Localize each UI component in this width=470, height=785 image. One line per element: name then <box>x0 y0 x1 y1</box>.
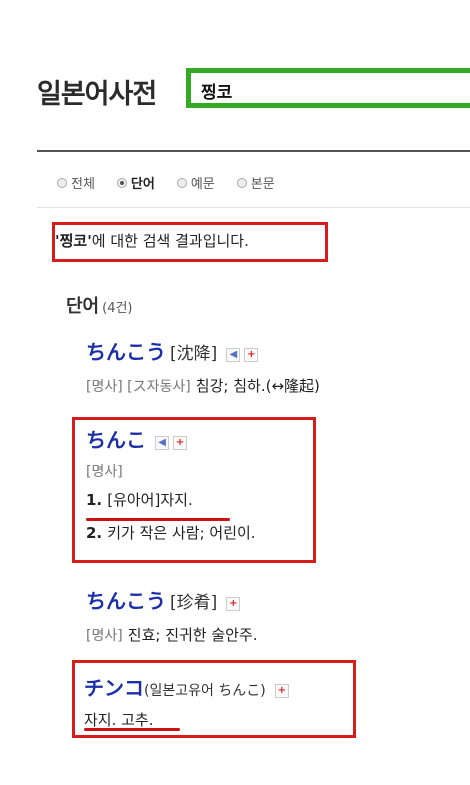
filter-body-label: 본문 <box>250 177 275 192</box>
entry-kanji: [珍肴] <box>170 593 218 613</box>
underline-mark <box>84 728 180 731</box>
result-summary: '찡코'에 대한 검색 결과입니다. <box>55 230 249 251</box>
plus-icon[interactable]: + <box>173 435 188 450</box>
entry-2: ちんこ ◀ + [명사] 1. [유아어]자지. 2. 키가 작은 사람; 어린이… <box>86 424 256 543</box>
search-box[interactable] <box>186 68 470 108</box>
entry-origin: (일본고유어 ちんこ) <box>144 683 266 699</box>
entry-headword[interactable]: チンコ <box>84 676 144 700</box>
filter-example[interactable]: 예문 <box>176 173 215 192</box>
summary-query: '찡코' <box>55 232 92 250</box>
entry-headword[interactable]: ちんこ <box>86 428 146 452</box>
entry-pos: [명사] <box>86 628 123 644</box>
plus-icon[interactable]: + <box>226 596 241 611</box>
section-title-label: 단어 <box>66 296 100 317</box>
plus-icon[interactable]: + <box>274 683 289 698</box>
filter-all-label: 전체 <box>71 177 95 192</box>
entry-definition: 침강; 침하.(↔隆起) <box>195 377 320 395</box>
speaker-icon[interactable]: ◀ <box>226 347 241 362</box>
entry-1: ちんこう [沈降] ◀ + [명사] [ス자동사] 침강; 침하.(↔隆起) <box>86 336 320 396</box>
header-divider <box>37 150 470 152</box>
entry-headword[interactable]: ちんこう <box>86 589 166 613</box>
entry-definition: 진효; 진귀한 술안주. <box>127 626 258 644</box>
radio-icon[interactable] <box>236 177 247 188</box>
entry-definition-1: [유아어]자지. <box>107 491 193 509</box>
entry-pos: [명사] <box>86 464 123 480</box>
search-filter-tabs: 전체 단어 예문 본문 <box>57 173 275 192</box>
entry-definition-2: 키가 작은 사람; 어린이. <box>107 524 256 542</box>
plus-icon[interactable]: + <box>244 347 259 362</box>
radio-icon[interactable] <box>176 177 187 188</box>
definition-number: 2. <box>86 524 103 542</box>
entry-kanji: [沈降] <box>170 344 218 364</box>
underline-mark <box>86 518 230 521</box>
filter-divider <box>37 207 470 208</box>
filter-body[interactable]: 본문 <box>236 173 275 192</box>
radio-icon[interactable] <box>57 177 67 188</box>
filter-example-label: 예문 <box>190 177 215 192</box>
entry-4: チンコ(일본고유어 ちんこ) + 자지. 고추. <box>84 672 289 730</box>
filter-word[interactable]: 단어 <box>116 173 155 192</box>
dictionary-page: 일본어사전 전체 단어 예문 본문 '찡코'에 대한 검색 결과입니다. 단어(… <box>0 0 470 785</box>
search-input[interactable] <box>201 80 461 100</box>
speaker-icon[interactable]: ◀ <box>155 435 170 450</box>
page-title: 일본어사전 <box>37 79 157 110</box>
definition-number: 1. <box>86 491 103 509</box>
radio-checked-icon[interactable] <box>116 177 127 188</box>
entry-headword[interactable]: ちんこう <box>86 340 166 364</box>
section-title: 단어 (4건) <box>66 292 133 318</box>
entry-pos: [명사] [ス자동사] <box>86 379 191 395</box>
summary-text: 에 대한 검색 결과입니다. <box>91 232 249 250</box>
filter-all[interactable]: 전체 <box>57 173 95 192</box>
filter-word-label: 단어 <box>130 177 155 192</box>
entry-definition: 자지. 고추. <box>84 711 154 729</box>
section-count: (4건) <box>102 301 133 316</box>
entry-3: ちんこう [珍肴] + [명사] 진효; 진귀한 술안주. <box>86 585 258 645</box>
